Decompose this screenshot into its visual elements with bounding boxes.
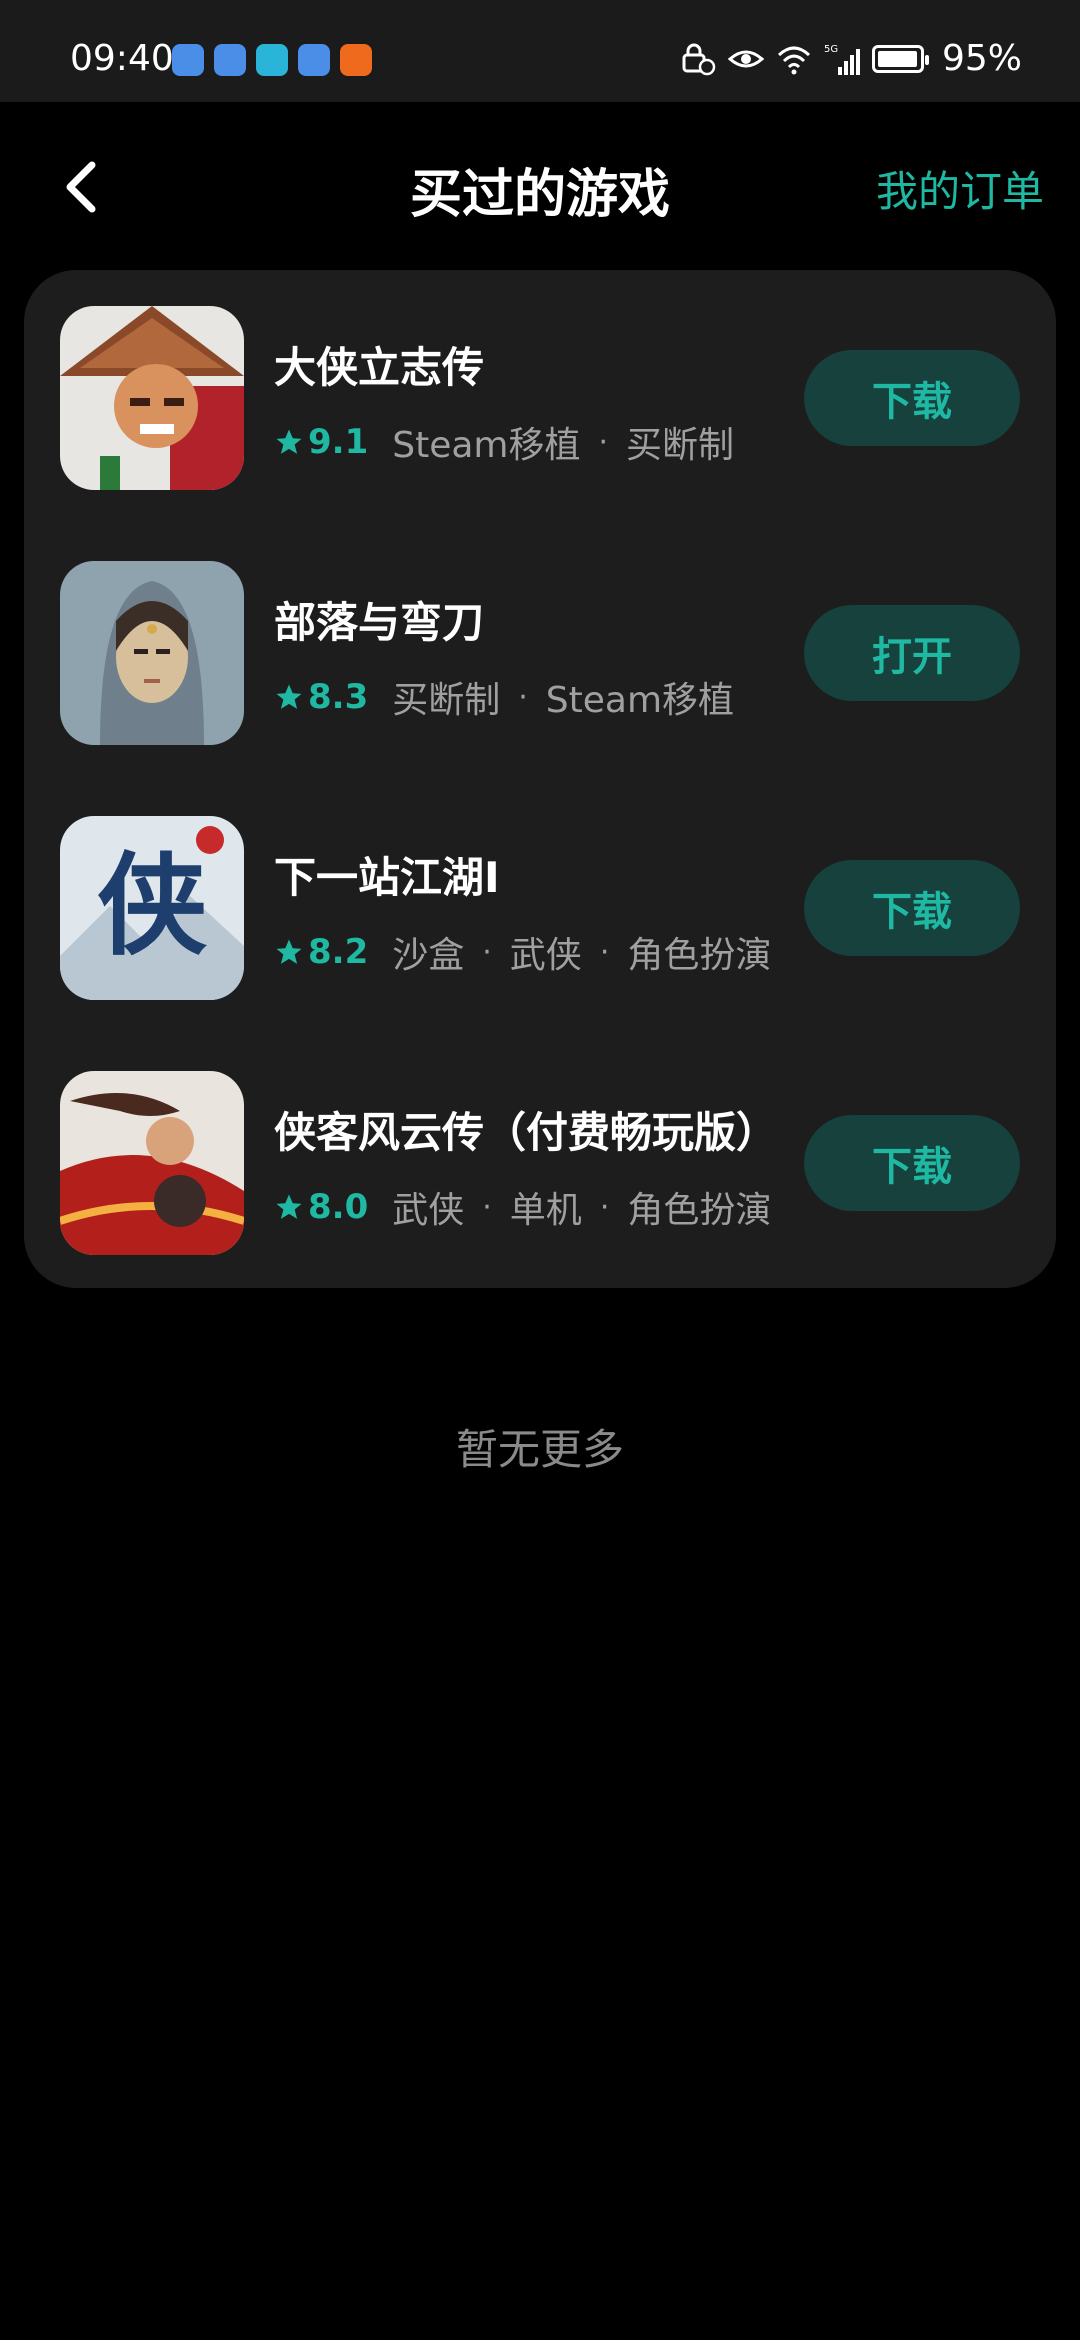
tag-separator: · xyxy=(482,934,492,970)
tag-separator: · xyxy=(518,679,528,715)
game-tag: 买断制 xyxy=(626,425,735,466)
download-button[interactable]: 下载 xyxy=(804,860,1020,956)
game-rating: 8.3 xyxy=(308,677,369,717)
game-icon-buluo[interactable] xyxy=(60,561,244,745)
game-icon-daxia[interactable] xyxy=(60,306,244,490)
game-tag: 单机 xyxy=(509,1190,582,1231)
tag-separator: · xyxy=(599,1189,610,1225)
browser-notification-icon xyxy=(172,44,204,76)
game-meta: 9.1 Steam移植 · 买断制 xyxy=(274,416,734,468)
my-orders-link[interactable]: 我的订单 xyxy=(876,158,1044,219)
game-icon-xiake[interactable] xyxy=(60,1071,244,1255)
game-title: 下一站江湖Ⅰ xyxy=(274,853,500,902)
tag-separator: · xyxy=(599,934,610,970)
battery-level xyxy=(877,50,918,67)
shop-notification-icon xyxy=(340,44,372,76)
game-item[interactable]: 部落与弯刀 8.3 买断制 · Steam移植 打开 xyxy=(60,561,1020,745)
browser-notification-icon xyxy=(214,44,246,76)
eye-icon xyxy=(727,50,764,67)
browser-notification-icon xyxy=(298,44,330,76)
status-time: 09:40 xyxy=(70,38,174,79)
tag-separator: · xyxy=(482,1189,492,1225)
top-bar: 买过的游戏 我的订单 xyxy=(0,102,1080,272)
game-tag: 买断制 xyxy=(392,680,501,721)
svg-text:5G: 5G xyxy=(824,44,838,55)
game-item[interactable]: 侠 下一站江湖Ⅰ 8.2 沙盒 · 武侠 · 角色扮演 下载 xyxy=(60,816,1020,1000)
star-icon xyxy=(276,684,302,709)
star-icon xyxy=(276,429,302,454)
game-rating: 9.1 xyxy=(308,422,369,462)
download-button[interactable]: 下载 xyxy=(804,1115,1020,1211)
game-item[interactable]: 大侠立志传 9.1 Steam移植 · 买断制 下载 xyxy=(60,306,1020,490)
game-meta: 8.0 武侠 · 单机 · 角色扮演 xyxy=(274,1181,771,1233)
status-bar: 09:40 5G 95% xyxy=(0,0,1080,102)
game-meta: 8.3 买断制 · Steam移植 xyxy=(274,671,734,723)
game-tag: Steam移植 xyxy=(545,680,735,721)
game-tag: 角色扮演 xyxy=(627,1190,772,1231)
wifi-icon xyxy=(777,46,811,74)
star-icon xyxy=(276,1194,302,1219)
game-title: 部落与弯刀 xyxy=(274,598,485,647)
game-tag: Steam移植 xyxy=(392,425,581,466)
download-button[interactable]: 下载 xyxy=(804,350,1020,446)
game-item[interactable]: 侠客风云传（付费畅玩版） 8.0 武侠 · 单机 · 角色扮演 下载 xyxy=(60,1071,1020,1255)
battery-icon xyxy=(871,44,929,73)
no-more-text: 暂无更多 xyxy=(455,1425,624,1474)
game-title: 大侠立志传 xyxy=(274,343,485,392)
game-tag: 武侠 xyxy=(509,935,582,976)
game-tag: 角色扮演 xyxy=(627,935,772,976)
game-tag: 武侠 xyxy=(392,1190,465,1231)
status-indicators: 5G 95% xyxy=(680,38,1022,79)
game-meta: 8.2 沙盒 · 武侠 · 角色扮演 xyxy=(274,926,771,978)
game-tag: 沙盒 xyxy=(392,935,465,976)
game-rating: 8.0 xyxy=(308,1187,369,1227)
star-icon xyxy=(276,939,302,964)
battery-percent: 95% xyxy=(941,38,1022,79)
reader-notification-icon xyxy=(256,44,288,76)
game-icon-jianghu[interactable]: 侠 xyxy=(60,816,244,1000)
notification-icons xyxy=(172,44,372,76)
lock-alarm-icon xyxy=(682,43,716,75)
signal-icon: 5G xyxy=(824,44,860,75)
game-title: 侠客风云传（付费畅玩版） xyxy=(274,1108,779,1157)
svg-text:侠: 侠 xyxy=(97,841,208,970)
purchased-games-list: 大侠立志传 9.1 Steam移植 · 买断制 下载 部落与弯刀 8.3 买断制… xyxy=(24,270,1056,1288)
game-rating: 8.2 xyxy=(308,932,369,972)
tag-separator: · xyxy=(598,424,609,460)
open-button[interactable]: 打开 xyxy=(804,605,1020,701)
